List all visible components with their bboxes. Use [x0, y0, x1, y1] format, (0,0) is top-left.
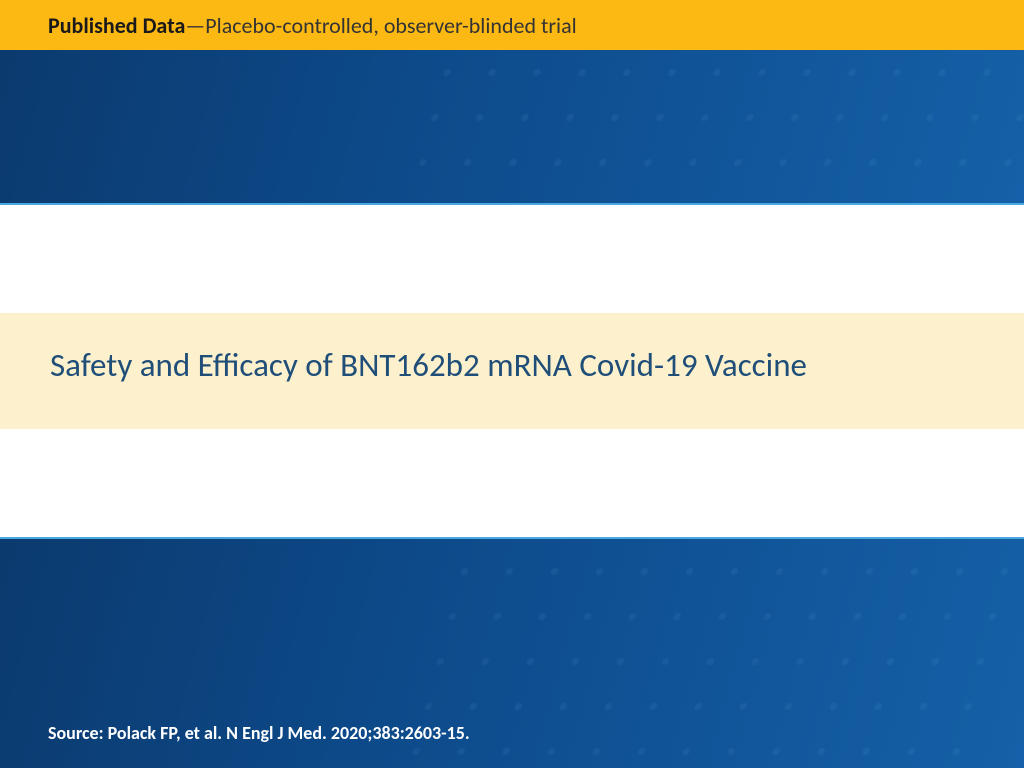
source-citation: Source: Polack FP, et al. N Engl J Med. … — [48, 722, 470, 744]
header-label: Published Data — [48, 12, 185, 39]
header-description: Placebo-controlled, observer-blinded tri… — [205, 12, 576, 39]
top-decorative-band — [0, 50, 1024, 205]
content-area: Safety and Efficacy of BNT162b2 mRNA Cov… — [0, 205, 1024, 537]
header-separator: — — [185, 12, 205, 39]
slide-title: Safety and Efficacy of BNT162b2 mRNA Cov… — [50, 345, 984, 385]
header-bar: Published Data — Placebo-controlled, obs… — [0, 0, 1024, 50]
title-box: Safety and Efficacy of BNT162b2 mRNA Cov… — [0, 313, 1024, 429]
bottom-decorative-band: Source: Polack FP, et al. N Engl J Med. … — [0, 537, 1024, 768]
